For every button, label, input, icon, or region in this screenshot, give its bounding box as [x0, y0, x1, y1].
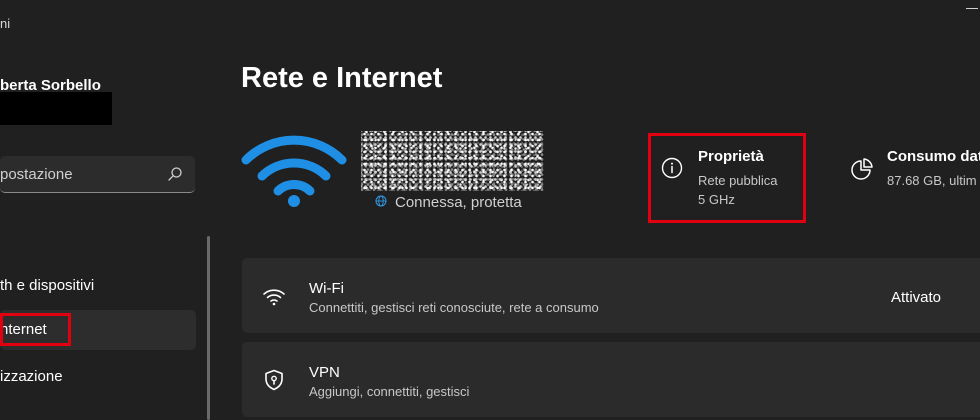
- sidebar-scrollbar[interactable]: [207, 236, 210, 420]
- sidebar-item-label: nternet: [0, 321, 47, 338]
- wifi-card-title: Wi-Fi: [309, 280, 344, 297]
- properties-link[interactable]: Proprietà: [698, 148, 764, 165]
- search-placeholder: postazione: [0, 166, 73, 183]
- sidebar-item-bluetooth[interactable]: th e dispositivi: [0, 266, 196, 306]
- pie-chart-icon: [851, 158, 873, 180]
- search-icon[interactable]: [167, 166, 183, 182]
- vpn-shield-icon: [265, 369, 283, 391]
- wifi-large-icon: [241, 135, 347, 207]
- minimize-button[interactable]: [966, 8, 978, 9]
- sidebar-item-label: izzazione: [0, 368, 63, 385]
- wifi-state-label: Attivato: [891, 289, 942, 306]
- sidebar-item-network[interactable]: nternet: [0, 310, 196, 350]
- redacted-email: [0, 92, 112, 125]
- vpn-card[interactable]: VPN Aggiungi, connettiti, gestisci: [242, 342, 980, 417]
- settings-window: ni berta Sorbello postazione th e dispos…: [0, 0, 980, 420]
- wifi-card-subtitle: Connettiti, gestisci reti conosciute, re…: [309, 300, 599, 315]
- sidebar-item-label: th e dispositivi: [0, 277, 95, 294]
- globe-icon: [375, 195, 387, 207]
- vpn-card-title: VPN: [309, 364, 340, 381]
- wifi-card[interactable]: Wi-Fi Connettiti, gestisci reti conosciu…: [242, 258, 980, 333]
- network-profile-type: Rete pubblica: [698, 173, 778, 188]
- connection-status: Connessa, protetta: [395, 194, 522, 211]
- window-title: ni: [0, 16, 11, 31]
- search-input[interactable]: postazione: [0, 156, 195, 193]
- network-name-redacted: [361, 131, 544, 191]
- vpn-card-subtitle: Aggiungi, connettiti, gestisci: [309, 384, 470, 399]
- wifi-icon: [263, 289, 285, 306]
- page-title: Rete e Internet: [241, 62, 443, 94]
- data-usage-link[interactable]: Consumo dat: [887, 148, 980, 165]
- sidebar-item-personalization[interactable]: izzazione: [0, 357, 196, 397]
- network-band: 5 GHz: [698, 192, 735, 207]
- data-usage-detail: 87.68 GB, ultim: [887, 173, 977, 188]
- info-icon: [661, 157, 683, 179]
